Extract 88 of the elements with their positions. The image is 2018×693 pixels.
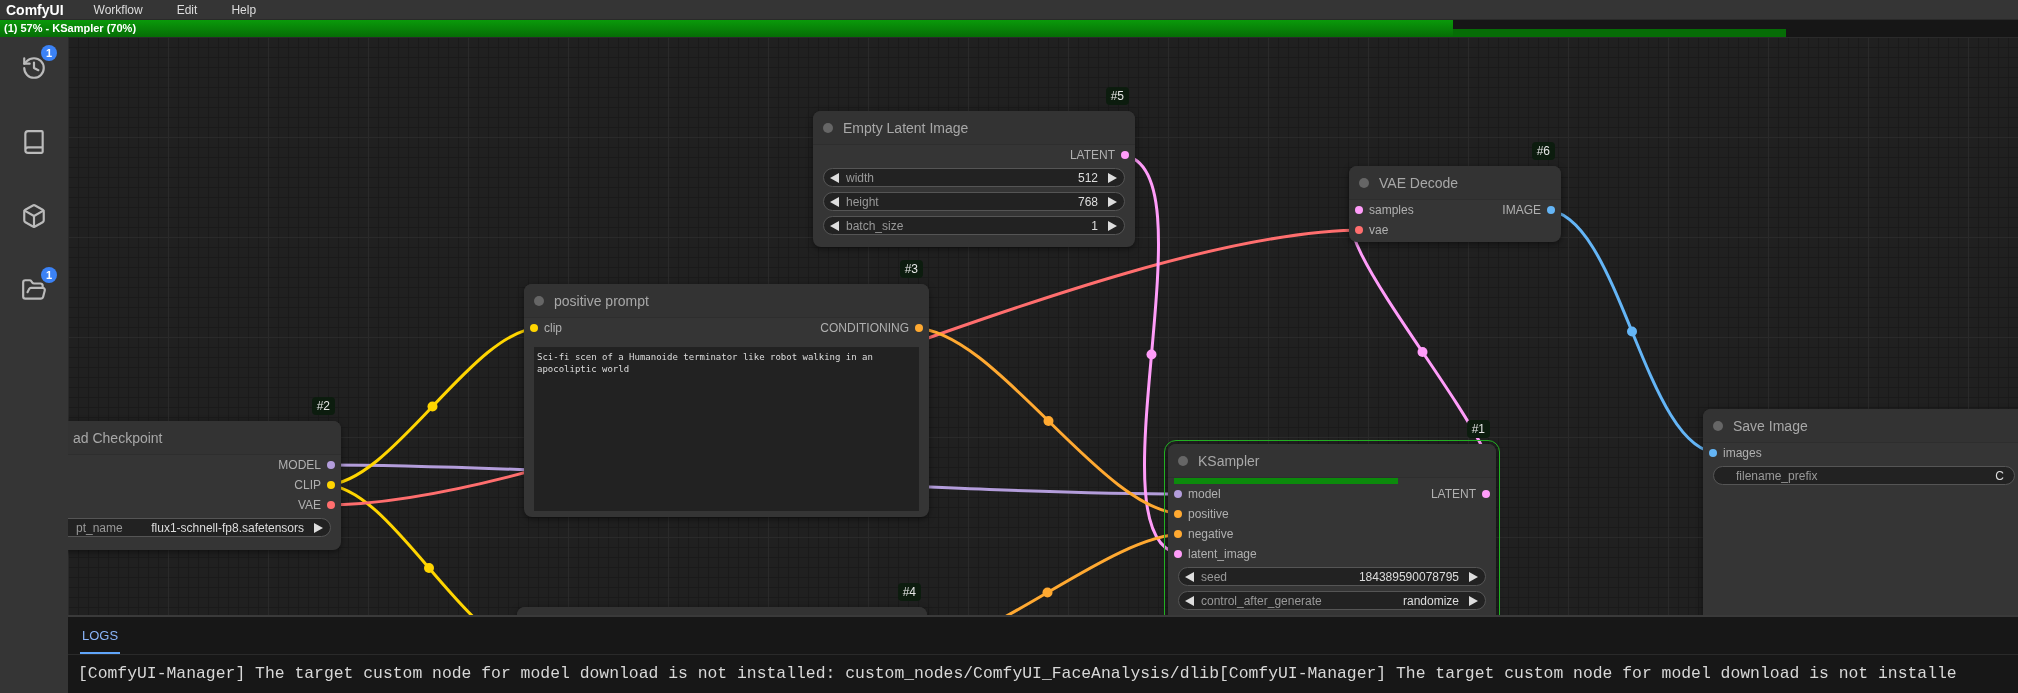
caret-right-icon[interactable] [1107,220,1117,231]
input-socket[interactable] [1174,490,1182,498]
input-socket[interactable] [1709,449,1717,457]
input-label: positive [1188,507,1229,521]
caret-left-icon[interactable] [829,220,839,231]
book-icon [21,129,47,155]
caret-left-icon[interactable] [829,172,839,183]
output-socket[interactable] [1547,206,1555,214]
node-title: ad Checkpoint [73,429,163,446]
node-id-badge: #5 [1105,87,1129,105]
input-label: vae [1369,223,1389,237]
output-socket[interactable] [327,461,335,469]
output-socket[interactable] [327,501,335,509]
prompt-text-area[interactable]: Sci-fi scen of a Humanoide terminator like robot walking in an apocoliptic world [534,347,919,511]
node-id-badge: #2 [311,397,335,415]
menu-item[interactable]: Workflow [89,2,147,17]
input-socket[interactable] [1355,206,1363,214]
count-badge: 1 [41,45,57,61]
widget-field[interactable]: pt_name flux1-schnell-fp8.safetensors [68,518,331,537]
node-title: positive prompt [554,292,649,309]
node-id-badge: #3 [899,260,923,278]
node-title: KSampler [1198,452,1260,469]
input-label: samples [1369,203,1414,217]
cube-icon [21,203,47,229]
node-title: VAE Decode [1379,174,1459,191]
caret-left-icon[interactable] [829,196,839,207]
output-label: IMAGE [1502,203,1541,217]
menu-item[interactable]: Edit [172,2,202,17]
node-card[interactable]: Save Image images filename_prefix C [1703,409,2018,615]
sidebar-button[interactable]: 1 [11,267,57,313]
input-socket[interactable] [1174,530,1182,538]
caret-left-icon[interactable] [1184,571,1194,582]
history-icon [21,55,47,81]
node-title: Empty Latent Image [843,119,969,136]
node-header[interactable]: positive prompt [524,284,929,318]
output-socket[interactable] [1121,151,1129,159]
output-label: CONDITIONING [820,321,909,335]
output-label: MODEL [278,458,321,472]
input-socket[interactable] [1174,510,1182,518]
input-socket[interactable] [530,324,538,332]
collapse-dot-icon[interactable] [1713,420,1723,431]
input-label: clip [544,321,562,335]
caret-right-icon[interactable] [1107,196,1117,207]
node-header[interactable]: Save Image [1703,409,2018,443]
app-logo-text: ComfyUI [6,1,64,18]
node-id-badge: #1 [1466,420,1490,438]
caret-right-icon[interactable] [1468,571,1478,582]
output-label: LATENT [1069,148,1115,162]
input-label: negative [1188,527,1234,541]
widget-field[interactable]: height 768 [823,192,1125,211]
caret-right-icon[interactable] [313,522,323,533]
log-line: [ComfyUI-Manager] The target custom node for model download is not installed: custom_nodes/ComfyUI_FaceAnalysis/dlib[ComfyUI-Manager] The target custom node for model download is not installe [77,663,1958,683]
node-header[interactable]: ad Checkpoint [68,421,341,455]
progress-text: (1) 57% - KSampler (70%) [4,22,137,34]
folder-icon [21,277,47,303]
widget-field[interactable]: filename_prefix C [1713,466,2015,485]
output-socket[interactable] [1482,490,1490,498]
input-socket[interactable] [1355,226,1363,234]
widget-field[interactable]: width 512 [823,168,1125,187]
menu-item[interactable]: Help [227,2,261,17]
node-id-badge: #6 [1531,142,1555,160]
count-badge: 1 [41,267,57,283]
output-socket[interactable] [327,481,335,489]
input-label: model [1188,487,1221,501]
widget-field[interactable]: seed 184389590078795 [1178,567,1486,586]
collapse-dot-icon[interactable] [1359,177,1369,188]
caret-left-icon[interactable] [1184,595,1194,606]
output-label: LATENT [1430,487,1476,501]
node-id-badge: #4 [897,583,921,601]
node-header[interactable]: VAE Decode [1349,166,1561,200]
input-label: images [1723,446,1762,460]
caret-right-icon[interactable] [1107,172,1117,183]
caret-right-icon[interactable] [1468,595,1478,606]
output-label: VAE [297,498,321,512]
node-header[interactable]: Empty Latent Image [813,111,1135,145]
collapse-dot-icon[interactable] [1178,455,1188,466]
input-socket[interactable] [1174,550,1182,558]
output-label: CLIP [294,478,321,492]
widget-field[interactable]: batch_size 1 [823,216,1125,235]
node-header[interactable]: KSampler [1168,444,1496,478]
node-title: Save Image [1733,417,1808,434]
logs-tab[interactable]: LOGS [80,628,121,654]
input-label: latent_image [1188,547,1257,561]
collapse-dot-icon[interactable] [823,122,833,133]
widget-field[interactable]: control_after_generate randomize [1178,591,1486,610]
collapse-dot-icon[interactable] [534,295,544,306]
sidebar-button[interactable]: 1 [11,45,57,91]
output-socket[interactable] [915,324,923,332]
